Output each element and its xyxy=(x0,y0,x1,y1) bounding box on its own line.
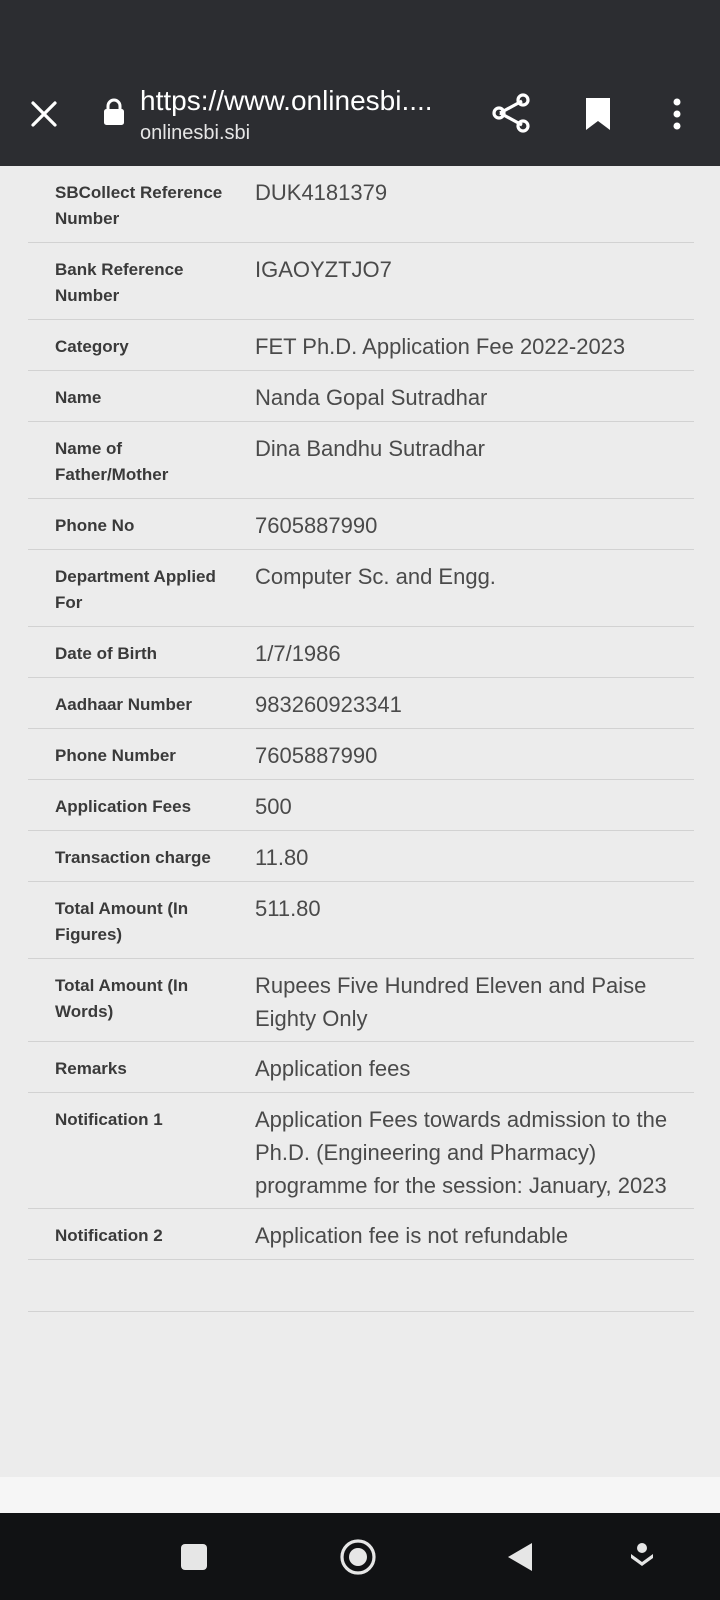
receipt-field-label: Date of Birth xyxy=(55,644,157,663)
receipt-field-value: 500 xyxy=(255,794,292,819)
close-button[interactable] xyxy=(22,92,66,136)
receipt-field-value: Computer Sc. and Engg. xyxy=(255,564,496,589)
receipt-field-value: 983260923341 xyxy=(255,692,402,717)
receipt-field-label: Category xyxy=(55,337,129,356)
recent-apps-icon xyxy=(181,1544,207,1570)
receipt-field-value: 11.80 xyxy=(255,845,309,870)
receipt-field-value: Application fees xyxy=(255,1056,411,1081)
receipt-row: Application Fees 500 xyxy=(28,780,694,831)
page-content: SBCollect Reference Number DUK4181379 Bank… xyxy=(0,166,720,1477)
receipt-field-value: Rupees Five Hundred Eleven and Paise Eig… xyxy=(255,973,647,1031)
receipt-row: Transaction charge 11.80 xyxy=(28,831,694,882)
more-options-button[interactable] xyxy=(660,92,694,136)
receipt-field-label: Name xyxy=(55,388,102,407)
receipt-table: SBCollect Reference Number DUK4181379 Bank… xyxy=(28,166,694,1312)
bookmark-button[interactable] xyxy=(578,92,618,136)
share-button[interactable] xyxy=(488,90,534,136)
receipt-row: Name of Father/Mother Dina Bandhu Sutradh… xyxy=(28,422,694,499)
receipt-field-label: Total Amount (In Figures) xyxy=(55,899,189,944)
recent-apps-button[interactable] xyxy=(174,1537,214,1577)
receipt-field-label: Remarks xyxy=(55,1059,127,1078)
back-icon xyxy=(508,1543,532,1571)
url-text: https://www.onlinesbi.... xyxy=(140,85,433,116)
receipt-row: Date of Birth 1/7/1986 xyxy=(28,627,694,678)
receipt-field-label: Notification 1 xyxy=(55,1110,163,1129)
keyboard-hide-icon xyxy=(631,1543,653,1566)
receipt-row-empty xyxy=(28,1260,694,1312)
receipt-field-value: IGAOYZTJO7 xyxy=(255,257,392,282)
receipt-field-label: Phone Number xyxy=(55,746,176,765)
receipt-field-label: Notification 2 xyxy=(55,1226,163,1245)
back-button[interactable] xyxy=(498,1535,542,1579)
home-icon xyxy=(340,1539,376,1575)
receipt-row: Total Amount (In Figures) 511.80 xyxy=(28,882,694,959)
receipt-field-value: DUK4181379 xyxy=(255,180,388,205)
receipt-field-label: Total Amount (In Words) xyxy=(55,976,189,1021)
home-button[interactable] xyxy=(334,1533,382,1581)
receipt-row: Aadhaar Number 983260923341 xyxy=(28,678,694,729)
close-icon xyxy=(31,101,57,127)
receipt-row: Phone No 7605887990 xyxy=(28,499,694,550)
receipt-field-value: Nanda Gopal Sutradhar xyxy=(255,385,488,410)
receipt-field-value: FET Ph.D. Application Fee 2022-2023 xyxy=(255,334,626,359)
page-footer xyxy=(0,1477,720,1513)
receipt-row: Phone Number 7605887990 xyxy=(28,729,694,780)
receipt-row: Category FET Ph.D. Application Fee 2022-2… xyxy=(28,320,694,371)
receipt-field-label: Aadhaar Number xyxy=(55,695,192,714)
more-vert-icon xyxy=(673,98,681,130)
receipt-field-value: Dina Bandhu Sutradhar xyxy=(255,436,485,461)
bookmark-icon xyxy=(586,98,610,130)
receipt-field-label: Name of Father/Mother xyxy=(55,439,169,484)
receipt-field-value: 1/7/1986 xyxy=(255,641,341,666)
system-navigation-bar xyxy=(0,1513,720,1600)
receipt-field-label: Transaction charge xyxy=(55,848,211,867)
receipt-row: SBCollect Reference Number DUK4181379 xyxy=(28,166,694,243)
url-domain: onlinesbi.sbi xyxy=(140,122,251,144)
browser-toolbar: https://www.onlinesbi.... onlinesbi.sbi xyxy=(0,0,720,166)
address-bar[interactable]: https://www.onlinesbi.... onlinesbi.sbi xyxy=(140,84,460,147)
receipt-field-label: Bank Reference Number xyxy=(55,260,184,305)
receipt-row: Total Amount (In Words) Rupees Five Hundr… xyxy=(28,959,694,1042)
receipt-field-label: Phone No xyxy=(55,516,135,535)
receipt-field-value: Application Fees towards admission to th… xyxy=(255,1107,668,1198)
receipt-row: Remarks Application fees xyxy=(28,1042,694,1093)
receipt-field-value: 7605887990 xyxy=(255,743,378,768)
receipt-field-value: Application fee is not refundable xyxy=(255,1223,569,1248)
share-icon xyxy=(492,93,530,133)
receipt-field-label: Application Fees xyxy=(55,797,192,816)
receipt-field-label: Department Applied For xyxy=(55,567,216,612)
receipt-row: Notification 2 Application fee is not ref… xyxy=(28,1209,694,1260)
receipt-row: Notification 1 Application Fees towards a… xyxy=(28,1093,694,1209)
receipt-row: Bank Reference Number IGAOYZTJO7 xyxy=(28,243,694,320)
receipt-field-value: 511.80 xyxy=(255,896,321,921)
receipt-row: Name Nanda Gopal Sutradhar xyxy=(28,371,694,422)
receipt-row: Department Applied For Computer Sc. and E… xyxy=(28,550,694,627)
lock-icon xyxy=(104,98,124,125)
receipt-field-value: 7605887990 xyxy=(255,513,378,538)
receipt-field-label: SBCollect Reference Number xyxy=(55,183,223,228)
keyboard-hide-button[interactable] xyxy=(622,1535,662,1579)
